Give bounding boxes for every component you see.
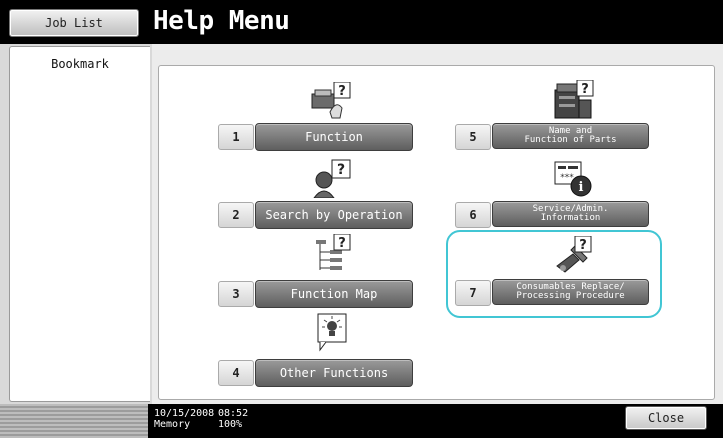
function-button[interactable]: Function — [255, 123, 413, 151]
memory-label: Memory — [154, 419, 191, 430]
page-title: Help Menu — [153, 6, 290, 36]
svg-text:?: ? — [579, 238, 587, 253]
name-and-function-of-parts-button[interactable]: Name and Function of Parts — [492, 123, 649, 149]
menu-2-number[interactable]: 2 — [218, 202, 254, 228]
menu-1-number[interactable]: 1 — [218, 124, 254, 150]
parts-help-icon: ? — [553, 79, 595, 124]
consumables-replace-button[interactable]: Consumables Replace/ Processing Procedur… — [492, 279, 649, 305]
svg-text:?: ? — [581, 82, 589, 97]
svg-text:i: i — [579, 180, 584, 195]
service-admin-information-button[interactable]: Service/Admin. Information — [492, 201, 649, 227]
function-help-icon: ? — [310, 81, 352, 124]
search-operation-help-icon: ? — [312, 158, 354, 202]
footer-panel — [0, 404, 148, 438]
job-list-button[interactable]: Job List — [9, 9, 139, 37]
bookmark-tab[interactable]: Bookmark — [9, 46, 150, 402]
service-info-icon: *** i — [553, 158, 595, 202]
function-map-button[interactable]: Function Map — [255, 280, 413, 308]
search-by-operation-button[interactable]: Search by Operation — [255, 201, 413, 229]
button-label-line2: Processing Procedure — [516, 291, 625, 301]
status-info: 10/15/2008 08:52 Memory 100% — [154, 408, 248, 430]
menu-5-number[interactable]: 5 — [455, 124, 491, 150]
header-bar: Job List Help Menu — [0, 0, 723, 44]
svg-text:?: ? — [338, 236, 346, 251]
sidebar: Bookmark — [0, 44, 152, 404]
button-label-line2: Function of Parts — [524, 135, 617, 145]
menu-6-number[interactable]: 6 — [455, 202, 491, 228]
consumables-help-icon: ? — [553, 235, 595, 280]
menu-3-number[interactable]: 3 — [218, 281, 254, 307]
status-bar: 10/15/2008 08:52 Memory 100% — [0, 404, 723, 438]
other-functions-help-icon — [316, 312, 350, 356]
other-functions-button[interactable]: Other Functions — [255, 359, 413, 387]
memory-value: 100% — [218, 419, 243, 430]
svg-text:?: ? — [337, 162, 345, 178]
status-date: 10/15/2008 — [154, 408, 215, 419]
menu-7-number[interactable]: 7 — [455, 280, 491, 306]
menu-4-number[interactable]: 4 — [218, 360, 254, 386]
function-map-help-icon: ? — [312, 233, 354, 278]
button-label-line2: Information — [540, 213, 601, 223]
close-button[interactable]: Close — [625, 406, 707, 430]
svg-text:?: ? — [338, 84, 346, 99]
status-time: 08:52 — [218, 408, 249, 419]
